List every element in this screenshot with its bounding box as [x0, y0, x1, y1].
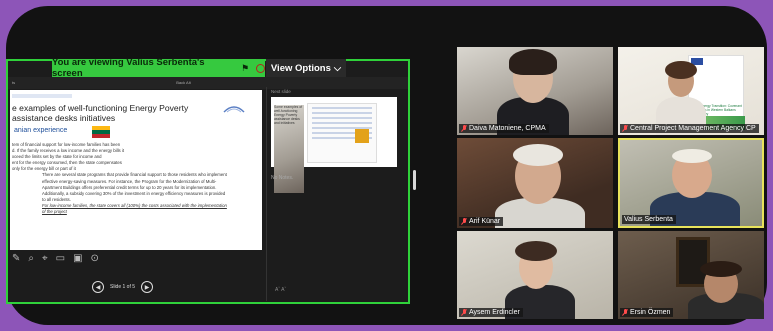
participant-video — [513, 144, 563, 166]
next-slide-icon[interactable]: ▶ — [141, 281, 154, 293]
mic-muted-icon — [461, 125, 467, 132]
participant-name-tag: Aysem Erdincler — [459, 308, 523, 317]
participant-video — [665, 61, 697, 79]
body-line: Apartment Buildings offers preferential … — [42, 184, 217, 190]
next-slide-label: Next slide — [271, 89, 291, 94]
speaker-notes: No Notes. — [271, 175, 294, 181]
participant-name-tag: Ersin Özmen — [620, 308, 674, 317]
presenter-topbar-right: Back Alt — [176, 80, 191, 85]
prev-slide-icon[interactable]: ◀ — [92, 281, 104, 293]
body-line: tem of financial support for low-income … — [12, 142, 121, 147]
screen-share-banner: You are viewing Valius Serbenta's screen… — [52, 57, 265, 79]
participant-video — [672, 149, 712, 163]
participant-tile[interactable]: Aysem Erdincler — [457, 231, 613, 319]
participant-name-tag: Central Project Management Agency CP — [620, 124, 759, 133]
slide-pager: ◀ Slide 1 of 5 ▶ — [92, 281, 154, 293]
participant-video — [700, 261, 742, 277]
participant-tile[interactable]: Ersin Özmen — [618, 231, 764, 319]
mic-muted-icon — [461, 309, 467, 316]
subtitles-icon[interactable]: ▭ — [56, 253, 65, 264]
mic-muted-icon — [622, 309, 628, 316]
share-banner-text: You are viewing Valius Serbenta's screen — [52, 57, 205, 79]
participant-name: Valius Serbenta — [624, 216, 673, 223]
pen-icon[interactable]: ✎ — [12, 253, 20, 264]
participant-tile-active-speaker[interactable]: Valius Serbenta — [618, 138, 764, 228]
mic-muted-icon — [622, 125, 628, 132]
body-line: to all residents. — [42, 196, 71, 202]
participant-tile[interactable]: Arif Künar — [457, 138, 613, 228]
participant-video — [515, 241, 557, 261]
body-line: of the project — [42, 209, 67, 215]
logo-icon — [223, 106, 245, 113]
pin-icon[interactable]: ⚑ — [241, 63, 249, 74]
slide-header-line — [12, 94, 72, 98]
next-slide-panel: Next slide Some examples of well-functio… — [266, 87, 406, 301]
mic-muted-icon — [461, 218, 467, 225]
body-line: Additionally, a subsidy covering 30% of … — [42, 190, 226, 196]
view-options-button[interactable]: View Options ⌵ — [266, 59, 346, 77]
stop-share-icon[interactable] — [256, 63, 265, 73]
zoom-icon[interactable]: ⌕ — [28, 253, 34, 264]
lithuania-flag-icon — [92, 126, 110, 138]
participant-name-tag: Valius Serbenta — [622, 215, 676, 224]
current-slide: e examples of well-functioning Energy Po… — [10, 90, 262, 250]
participant-name: Aysem Erdincler — [469, 309, 520, 316]
participant-name: Ersin Özmen — [630, 309, 671, 316]
body-line: There are several state programs that pr… — [42, 172, 227, 178]
camera-icon[interactable]: ▣ — [73, 253, 82, 264]
participant-name: Daiva Matoniene, CPMA — [469, 125, 546, 132]
body-line: only for the energy bill or part of it — [12, 166, 76, 172]
view-options-label: View Options — [270, 62, 331, 74]
slide-title: e examples of well-functioning Energy Po… — [12, 103, 189, 123]
presenter-tools: ✎ ⌕ ⌖ ▭ ▣ ⊙ — [12, 251, 112, 265]
body-line: effective energy-saving measures. For in… — [42, 178, 217, 184]
next-slide-thumbnail[interactable]: Some examples of well-functioning Energy… — [271, 97, 397, 193]
slide-body: tem of financial support for low-income … — [12, 142, 258, 215]
body-line: d. If the family receives a low income a… — [12, 148, 125, 154]
slide-counter: Slide 1 of 5 — [110, 284, 136, 290]
logo-icon — [355, 129, 369, 143]
participant-name-tag: Daiva Matoniene, CPMA — [459, 124, 549, 133]
participant-video — [509, 49, 557, 75]
font-size-controls[interactable]: Aˇ Aˇ — [275, 287, 286, 293]
pointer-icon[interactable]: ⌖ — [42, 253, 48, 264]
body-line: For low-income families, the state cover… — [42, 202, 227, 208]
body-line: xceed the limits set by the state for in… — [12, 154, 102, 160]
body-line: ent for the energy consumed, then the st… — [12, 160, 122, 166]
chevron-down-icon: ⌵ — [333, 62, 342, 74]
participant-name: Arif Künar — [469, 218, 501, 225]
presenter-topbar-left: ts — [12, 80, 16, 85]
participant-name: Central Project Management Agency CP — [630, 125, 756, 132]
more-icon[interactable]: ⊙ — [91, 253, 99, 264]
participant-tile[interactable]: Daiva Matoniene, CPMA — [457, 47, 613, 135]
slide-subtitle: anian experience — [14, 127, 68, 134]
participant-tile[interactable]: EU 4 Energy Transition: Covenant of Mayo… — [618, 47, 764, 135]
resize-handle[interactable] — [413, 170, 416, 190]
participant-name-tag: Arif Künar — [459, 217, 504, 226]
